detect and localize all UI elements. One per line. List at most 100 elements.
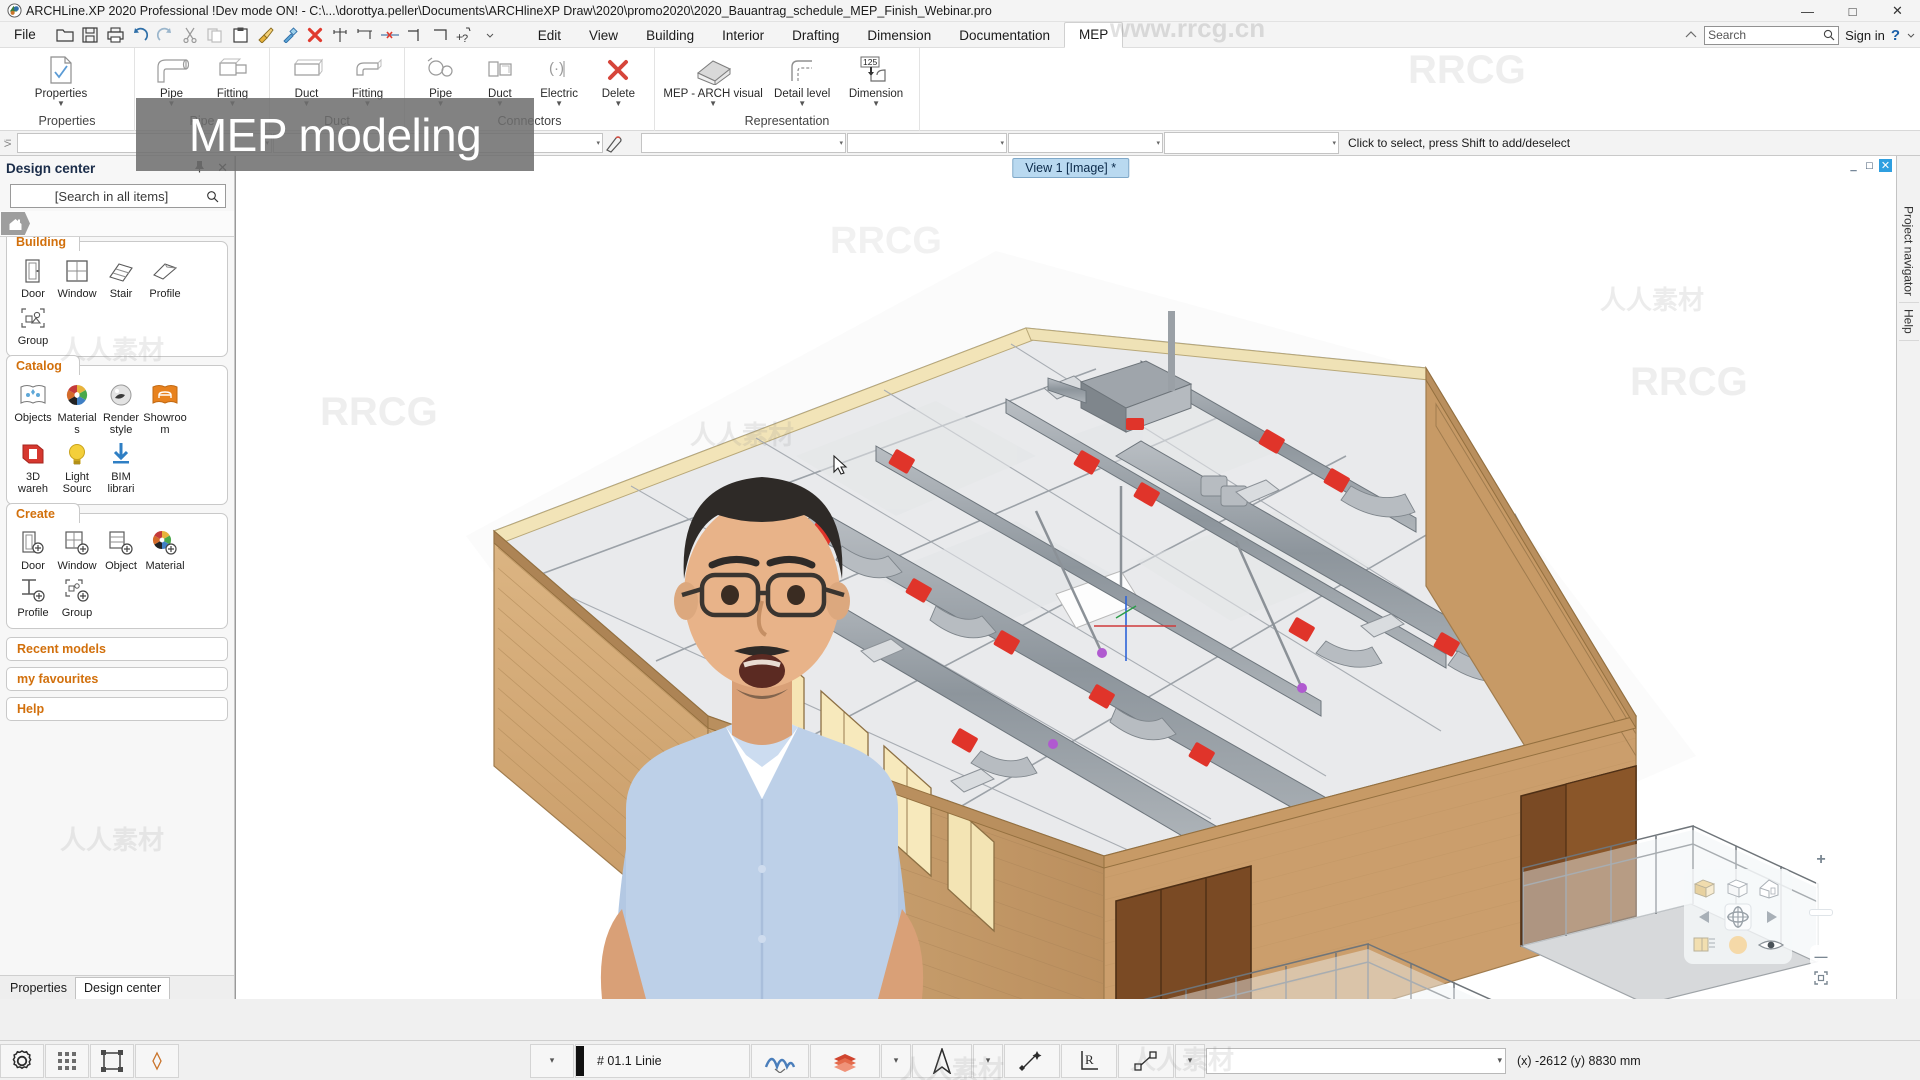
corner-icon[interactable] (404, 24, 427, 46)
solid-box-icon[interactable] (1689, 874, 1722, 902)
dc-item-create-group[interactable]: Group (55, 575, 99, 619)
eyedropper-icon[interactable] (279, 24, 302, 46)
tab-view[interactable]: View (575, 24, 632, 48)
dc-item-light-source[interactable]: Light Sourc (55, 439, 99, 495)
options-combo-4[interactable]: ▾ (847, 133, 1007, 153)
view-tab-label[interactable]: View 1 [Image] * (1012, 158, 1130, 178)
tab-help-side[interactable]: Help (1898, 303, 1919, 341)
layer-stack-caret[interactable]: ▾ (881, 1043, 911, 1078)
ribbon-button-properties[interactable]: Properties ▼ (6, 51, 116, 108)
north-arrow-icon[interactable] (912, 1043, 972, 1078)
polyline-caret[interactable]: ▾ (1175, 1043, 1205, 1078)
menu-file[interactable]: File (0, 27, 50, 42)
dc-item-objects[interactable]: Objects (11, 380, 55, 436)
dc-item-create-door[interactable]: Door (11, 528, 55, 572)
tab-properties-panel[interactable]: Properties (2, 978, 75, 999)
design-center-search-input[interactable]: [Search in all items] (10, 184, 226, 208)
command-input[interactable]: ▾ (1206, 1047, 1506, 1074)
settings-gear-icon[interactable] (0, 1043, 44, 1078)
dc-item-render-style[interactable]: Render style (99, 380, 143, 436)
viewport-window-controls[interactable]: _ □ ✕ (1847, 159, 1892, 172)
dc-item-create-profile[interactable]: Profile (11, 575, 55, 619)
cut-icon[interactable] (179, 24, 202, 46)
zoom-in-button[interactable]: + (1810, 849, 1832, 871)
help-question-icon[interactable]: ? (1891, 27, 1900, 44)
window-controls[interactable]: — □ ✕ (1785, 0, 1920, 22)
open-folder-icon[interactable] (54, 24, 77, 46)
layer-stack-icon[interactable] (810, 1043, 880, 1078)
tab-dimension[interactable]: Dimension (853, 24, 945, 48)
ribbon-button-delete-connector[interactable]: Delete ▼ (589, 51, 648, 108)
ribbon-button-electric-connector[interactable]: (·) Electric ▼ (530, 51, 589, 108)
snap-icon[interactable] (135, 1043, 179, 1078)
fit-to-screen-icon[interactable] (1810, 967, 1832, 989)
dc-item-group[interactable]: Group (11, 303, 55, 347)
ribbon-button-mep-dimension[interactable]: 125 Dimension ▼ (839, 51, 913, 108)
help-bar[interactable]: Help (6, 697, 228, 721)
ribbon-button-detail-level[interactable]: Detail level ▼ (765, 51, 839, 108)
eye-icon[interactable] (1754, 932, 1787, 960)
maximize-button[interactable]: □ (1830, 0, 1875, 22)
dc-item-create-window[interactable]: Window (55, 528, 99, 572)
wireframe-box-icon[interactable] (1722, 874, 1755, 902)
recent-models-bar[interactable]: Recent models (6, 637, 228, 661)
minimize-button[interactable]: — (1785, 0, 1830, 22)
snap-point-icon[interactable] (1004, 1043, 1060, 1078)
rotate-r-icon[interactable]: R (1061, 1043, 1117, 1078)
zoom-slider-knob[interactable] (1809, 909, 1833, 916)
redo-icon[interactable] (154, 24, 177, 46)
chevron-down-icon[interactable]: ▼ (872, 100, 880, 108)
orbit-icon[interactable] (1722, 902, 1755, 932)
pen-color-icon[interactable] (604, 133, 640, 153)
section-icon[interactable] (1689, 932, 1722, 960)
options-text-combo[interactable]: ▾ (1164, 132, 1339, 154)
options-handle-icon[interactable]: Vi (2, 133, 16, 153)
chevron-down-icon[interactable]: ▼ (798, 100, 806, 108)
tab-project-navigator[interactable]: Project navigator (1898, 200, 1919, 304)
tab-building[interactable]: Building (632, 24, 708, 48)
archline-logo-icon[interactable] (751, 1043, 809, 1078)
ribbon-button-mep-arch-visual[interactable]: MEP - ARCH visual ▼ (661, 51, 765, 108)
viewport-3d[interactable]: View 1 [Image] * _ □ ✕ + — (235, 156, 1896, 999)
dc-item-stair[interactable]: Stair (99, 256, 143, 300)
trim-icon[interactable] (429, 24, 452, 46)
tab-mep[interactable]: MEP (1064, 21, 1124, 48)
chevron-down-icon[interactable]: ▼ (614, 100, 622, 108)
rotate-left-icon[interactable] (1689, 902, 1722, 932)
tab-documentation[interactable]: Documentation (945, 24, 1064, 48)
dc-item-create-material[interactable]: Material (143, 528, 187, 572)
undo-icon[interactable] (129, 24, 152, 46)
dc-item-door[interactable]: Door (11, 256, 55, 300)
home-icon[interactable] (1, 212, 30, 235)
dc-item-create-object[interactable]: Object (99, 528, 143, 572)
chevron-down-icon[interactable]: ▼ (57, 100, 65, 108)
sun-icon[interactable] (1722, 932, 1755, 960)
options-combo-5[interactable]: ▾ (1008, 133, 1163, 153)
help-caret-icon[interactable] (1906, 30, 1916, 40)
close-button[interactable]: ✕ (1875, 0, 1920, 22)
viewport-minimize-icon[interactable]: _ (1847, 159, 1860, 172)
paste-icon[interactable] (229, 24, 252, 46)
qat-overflow-caret-icon[interactable] (479, 24, 502, 46)
grid-icon[interactable] (45, 1043, 89, 1078)
viewport-restore-icon[interactable]: □ (1863, 159, 1876, 172)
dc-item-bim-library[interactable]: BIM librari (99, 439, 143, 495)
tab-design-center-panel[interactable]: Design center (74, 977, 171, 999)
my-favourites-bar[interactable]: my favourites (6, 667, 228, 691)
sign-in-button[interactable]: Sign in (1845, 28, 1885, 43)
dc-item-window[interactable]: Window (55, 256, 99, 300)
nav-widget[interactable] (1684, 869, 1792, 964)
dc-item-3d-warehouse[interactable]: 3D wareh (11, 439, 55, 495)
ribbon-collapse-icon[interactable] (1684, 29, 1698, 41)
print-icon[interactable] (104, 24, 127, 46)
erase-dimension-icon[interactable] (379, 24, 402, 46)
viewport-close-icon[interactable]: ✕ (1879, 159, 1892, 172)
dimension-icon[interactable] (354, 24, 377, 46)
search-input[interactable]: Search (1704, 25, 1840, 45)
delete-icon[interactable] (304, 24, 327, 46)
zoom-slider[interactable]: + — (1808, 849, 1834, 989)
paintbrush-icon[interactable] (254, 24, 277, 46)
house-icon[interactable] (1754, 874, 1787, 902)
rotate-right-icon[interactable] (1754, 902, 1787, 932)
save-icon[interactable] (79, 24, 102, 46)
